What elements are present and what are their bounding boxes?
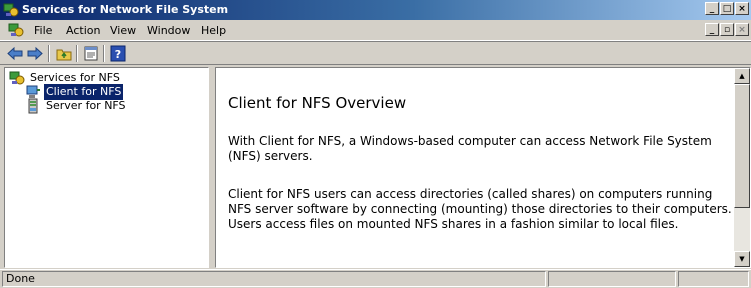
menu-bar: File Action View Window Help _ ▫ × [0,20,751,41]
mdi-restore-button[interactable]: ▫ [720,23,734,36]
toolbar-separator [76,45,78,62]
overview-paragraph-2: Client for NFS users can access director… [228,187,732,231]
status-bar: Done [0,269,751,288]
help-icon[interactable]: ? [109,45,127,62]
properties-icon[interactable] [82,45,100,62]
console-tree[interactable]: Services for NFS Client for NFS Server f… [4,67,209,268]
nfs-server-icon [28,98,38,114]
svg-text:?: ? [115,48,121,61]
minimize-button[interactable]: _ [705,2,719,15]
title-bar[interactable]: Services for Network File System _ □ × [0,0,751,20]
scroll-up-arrow-icon[interactable]: ▲ [734,68,750,84]
scroll-down-arrow-icon[interactable]: ▼ [734,251,750,267]
up-folder-icon[interactable] [55,45,73,62]
forward-arrow-icon[interactable] [26,45,44,62]
tree-item-label: Server for NFS [46,99,126,112]
details-pane: Client for NFS Overview With Client for … [215,67,751,268]
menu-window[interactable]: Window [147,24,190,37]
window-title: Services for Network File System [22,3,229,16]
status-panel-3 [678,271,749,287]
status-text: Done [2,271,546,287]
overview-paragraph-1: With Client for NFS, a Windows-based com… [228,134,712,163]
nfs-console-icon[interactable] [8,22,24,38]
toolbar: ? [0,41,751,65]
back-arrow-icon[interactable] [6,45,24,62]
menu-file[interactable]: File [34,24,52,37]
window-controls: _ □ × [704,2,749,15]
toolbar-separator [48,45,50,62]
menu-action[interactable]: Action [66,24,100,37]
vertical-scrollbar[interactable]: ▲ ▼ [734,68,750,267]
maximize-button[interactable]: □ [720,2,734,15]
mdi-minimize-button[interactable]: _ [705,23,719,36]
scroll-thumb[interactable] [734,84,750,208]
toolbar-separator [103,45,105,62]
nfs-services-icon [3,3,19,17]
menu-view[interactable]: View [110,24,136,37]
overview-heading: Client for NFS Overview [228,94,407,112]
close-button[interactable]: × [735,2,749,15]
nfs-services-icon [9,71,25,85]
menu-help[interactable]: Help [201,24,226,37]
mdi-close-button[interactable]: × [735,23,749,36]
mdi-controls: _ ▫ × [704,23,749,36]
status-panel-2 [548,271,676,287]
